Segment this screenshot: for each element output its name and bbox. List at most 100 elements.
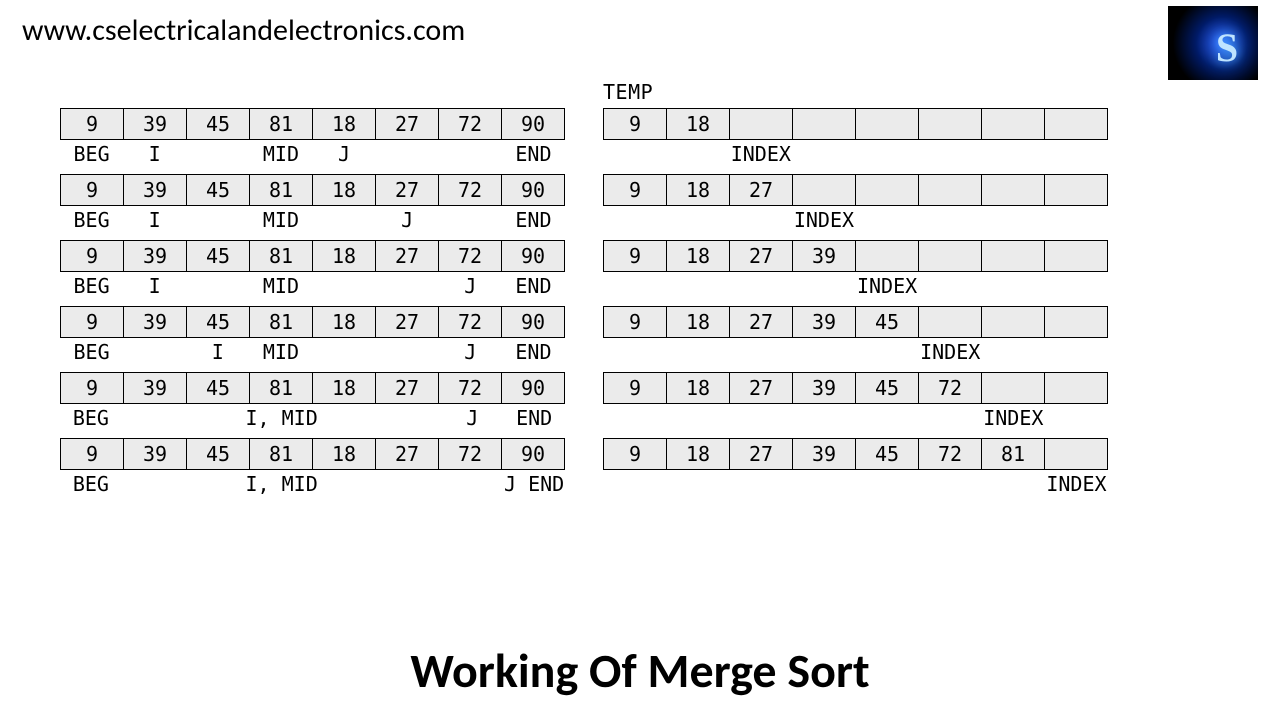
source-label: J: [376, 208, 439, 234]
temp-cell: [1045, 307, 1107, 337]
temp-cell: [982, 307, 1045, 337]
source-label: [122, 472, 184, 498]
source-label: [313, 208, 376, 234]
temp-label: [856, 142, 919, 168]
temp-label: [1045, 274, 1108, 300]
source-label: BEG: [60, 142, 123, 168]
temp-label: [856, 406, 919, 432]
source-label: BEG: [60, 472, 122, 498]
temp-label: [603, 472, 666, 498]
source-label: I: [186, 340, 249, 366]
source-cells: 939458118277290: [60, 372, 565, 404]
temp-label: [1045, 142, 1108, 168]
source-cell: 9: [61, 439, 124, 469]
source-label: J END: [503, 472, 565, 498]
merge-step: 939458118277290BEGI, MIDJ END91827394572…: [60, 438, 1220, 498]
temp-column: 91827INDEX: [603, 174, 1108, 234]
temp-label: [729, 340, 792, 366]
temp-cell: 9: [604, 307, 667, 337]
temp-column: 918INDEX: [603, 108, 1108, 168]
temp-cell: 72: [919, 439, 982, 469]
source-cell: 9: [61, 109, 124, 139]
temp-label: [792, 340, 855, 366]
temp-cell: 39: [793, 439, 856, 469]
source-column: 939458118277290BEGIMIDJEND: [60, 240, 565, 300]
temp-label: INDEX: [982, 406, 1045, 432]
source-cell: 81: [250, 373, 313, 403]
temp-column: 918273945INDEX: [603, 306, 1108, 366]
temp-cell: [919, 175, 982, 205]
source-cell: 81: [250, 175, 313, 205]
temp-label: [982, 142, 1045, 168]
temp-label: [666, 274, 729, 300]
source-cell: 90: [502, 241, 564, 271]
temp-label: [603, 274, 666, 300]
source-label: BEG: [60, 406, 122, 432]
source-column: 939458118277290BEGIMIDJEND: [60, 108, 565, 168]
source-column: 939458118277290BEGIMIDJEND: [60, 174, 565, 234]
temp-label: [982, 274, 1045, 300]
page-title: Working Of Merge Sort: [0, 641, 1280, 700]
source-label: [376, 274, 439, 300]
temp-labels: INDEX: [603, 472, 1108, 498]
temp-cell: 45: [856, 307, 919, 337]
temp-label: [919, 472, 982, 498]
source-label: [380, 406, 442, 432]
temp-label: [603, 406, 666, 432]
temp-cell: 39: [793, 241, 856, 271]
source-label: MID: [249, 208, 312, 234]
temp-column: 91827394572INDEX: [603, 372, 1108, 432]
temp-cell: [1045, 373, 1107, 403]
source-cell: 9: [61, 307, 124, 337]
temp-label: [729, 406, 792, 432]
temp-cell: [1045, 175, 1107, 205]
source-cell: 27: [376, 109, 439, 139]
diagram-content: TEMP 939458118277290BEGIMIDJEND918INDEX9…: [60, 80, 1220, 504]
temp-cells: 918: [603, 108, 1108, 140]
temp-cell: [730, 109, 793, 139]
temp-cell: [982, 373, 1045, 403]
temp-cell: [919, 109, 982, 139]
temp-label: [666, 406, 729, 432]
temp-label: INDEX: [1045, 472, 1108, 498]
source-label: [186, 142, 249, 168]
source-label: [441, 472, 503, 498]
source-cell: 45: [187, 109, 250, 139]
source-label: END: [502, 340, 565, 366]
source-cell: 90: [502, 175, 564, 205]
merge-step: 939458118277290BEGIMIDJEND918INDEX: [60, 108, 1220, 168]
temp-cell: 39: [793, 307, 856, 337]
temp-cell: 18: [667, 439, 730, 469]
temp-cell: 81: [982, 439, 1045, 469]
source-label: I: [123, 208, 186, 234]
source-cell: 9: [61, 175, 124, 205]
merge-step: 939458118277290BEGIMIDJEND918273945INDEX: [60, 306, 1220, 366]
temp-column: 9182739457281INDEX: [603, 438, 1108, 498]
source-labels: BEGI, MIDJ END: [60, 472, 565, 498]
temp-cell: 9: [604, 175, 667, 205]
source-label: [376, 340, 439, 366]
site-logo: S: [1168, 6, 1258, 80]
temp-cells: 91827394572: [603, 372, 1108, 404]
source-label: [313, 274, 376, 300]
temp-label: [666, 208, 729, 234]
source-label: END: [502, 274, 565, 300]
source-cell: 72: [439, 439, 502, 469]
temp-label: [666, 472, 729, 498]
temp-label: [792, 406, 855, 432]
temp-label: [982, 340, 1045, 366]
temp-cell: [1045, 241, 1107, 271]
temp-cell: 18: [667, 175, 730, 205]
temp-cell: [1045, 109, 1107, 139]
source-label: I: [123, 142, 186, 168]
temp-header: TEMP: [603, 80, 1220, 104]
temp-label: INDEX: [919, 340, 982, 366]
logo-glow: S: [1168, 6, 1258, 80]
source-label: I: [123, 274, 186, 300]
source-cell: 45: [187, 241, 250, 271]
source-cell: 39: [124, 307, 187, 337]
source-cell: 45: [187, 439, 250, 469]
source-cells: 939458118277290: [60, 306, 565, 338]
source-cell: 27: [376, 175, 439, 205]
temp-label: [792, 274, 855, 300]
